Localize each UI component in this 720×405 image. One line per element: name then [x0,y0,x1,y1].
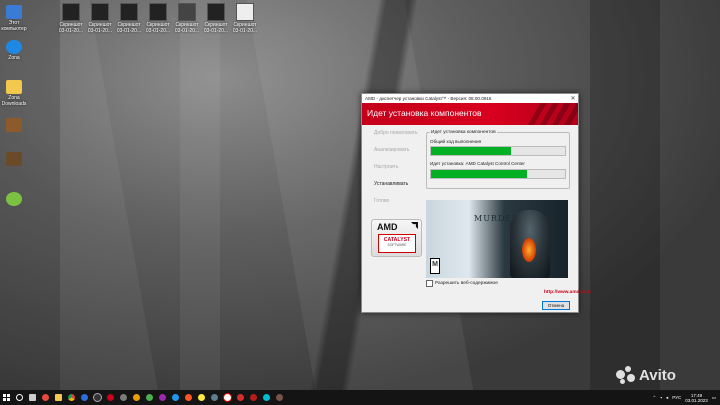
avito-watermark: Avito [616,366,676,384]
app-icon[interactable] [169,390,182,405]
allow-web-content-label: Разрешить веб-содержимое [435,281,498,286]
app-icon[interactable] [273,390,286,405]
taskbar: ⌃ ▪ ◂ РУС 17:49 03.01.2023 ▭ [0,390,720,405]
screenshot-file-icon[interactable]: Скриншот 03-01-20... [86,3,114,34]
clock[interactable]: 17:49 03.01.2023 [685,393,708,403]
banner-title: Идет установка компонентов [367,108,482,118]
media-player-icon[interactable] [39,390,52,405]
amd-arrow-icon [411,222,418,229]
progress-group-title: Идет установка компонентов [430,130,497,135]
checkbox-box[interactable] [426,280,433,287]
app-icon[interactable] [208,390,221,405]
app-icon[interactable] [195,390,208,405]
avito-logo-icon [616,366,636,384]
app-shortcut-icon[interactable] [0,192,28,207]
step-install: Устанавливать [374,181,409,187]
allow-web-content-checkbox[interactable]: Разрешить веб-содержимое [426,280,498,287]
step-finish: Готово [374,198,390,204]
this-pc-icon[interactable]: Этот компьютер [0,5,28,32]
system-tray: ⌃ ▪ ◂ РУС 17:49 03.01.2023 ▭ [653,393,720,403]
step-list: Добро пожаловать Анализировать Настроить… [374,130,426,215]
app-icon[interactable] [78,390,91,405]
desktop-wallpaper [0,0,720,390]
overall-progress-bar [430,146,566,156]
esrb-rating-badge: M [430,258,440,274]
cancel-button[interactable]: Отмена [542,301,570,310]
app-icon[interactable] [91,390,104,405]
installer-banner: Идет установка компонентов [362,103,578,125]
zona-icon[interactable]: Zona [0,40,28,61]
catalyst-installer-window: AMD - диспетчер установки Catalyst™ - Ве… [361,93,591,313]
game-advert-image[interactable]: MURDERED M [426,200,568,278]
windows-logo-icon [3,394,10,401]
step-welcome: Добро пожаловать [374,130,418,136]
screenshot-file-icon[interactable]: Скриншот 03-01-20... [115,3,143,34]
window-title: AMD - диспетчер установки Catalyst™ - Ве… [365,96,492,101]
screenshot-file-icon[interactable]: Скриншот 03-01-20... [173,3,201,34]
window-titlebar[interactable]: AMD - диспетчер установки Catalyst™ - Ве… [362,94,578,103]
app-icon[interactable] [182,390,195,405]
app-icon[interactable] [247,390,260,405]
app-icon[interactable] [156,390,169,405]
screenshot-file-icon[interactable]: Скриншот 03-01-20... [144,3,172,34]
yandex-browser-icon[interactable] [221,390,234,405]
file-explorer-icon[interactable] [52,390,65,405]
app-icon[interactable] [234,390,247,405]
screenshot-file-icon[interactable]: Скриншот 03-01-20... [57,3,85,34]
app-icon[interactable] [143,390,156,405]
amd-catalyst-logo: AMD CATALYST SOFTWARE [371,219,422,257]
start-button[interactable] [0,390,13,405]
app-icon[interactable] [117,390,130,405]
progress-group: Идет установка компонентов Общий ход вып… [426,130,570,189]
app-icon[interactable] [260,390,273,405]
task-view-icon[interactable] [26,390,39,405]
current-component-label: Идет установка: AMD Catalyst Control Cen… [430,161,525,166]
amd-taskbar-icon[interactable] [104,390,117,405]
overall-progress-label: Общий ход выполнения [430,139,482,144]
chrome-icon[interactable] [65,390,78,405]
chevron-up-icon[interactable]: ⌃ [653,395,657,401]
search-icon[interactable] [13,390,26,405]
game-shortcut-icon[interactable] [0,152,28,167]
game-shortcut-icon[interactable] [0,118,28,133]
amd-website-link[interactable]: http://www.amd.com [544,290,591,295]
current-progress-bar [430,169,566,179]
zona-downloads-folder-icon[interactable]: Zona Downloads [0,80,28,107]
screenshot-file-icon[interactable]: Скриншот 03-01-20... [202,3,230,34]
language-indicator[interactable]: РУС [672,395,681,400]
app-icon[interactable] [130,390,143,405]
step-analyze: Анализировать [374,147,410,153]
volume-icon[interactable]: ◂ [666,395,668,401]
network-icon[interactable]: ▪ [660,395,662,400]
clock-date: 03.01.2023 [685,397,708,403]
screenshot-file-icon[interactable]: Скриншот 03-01-20... [231,3,259,34]
close-icon[interactable]: ✕ [568,95,578,102]
step-configure: Настроить [374,164,399,170]
notifications-icon[interactable]: ▭ [712,395,716,401]
